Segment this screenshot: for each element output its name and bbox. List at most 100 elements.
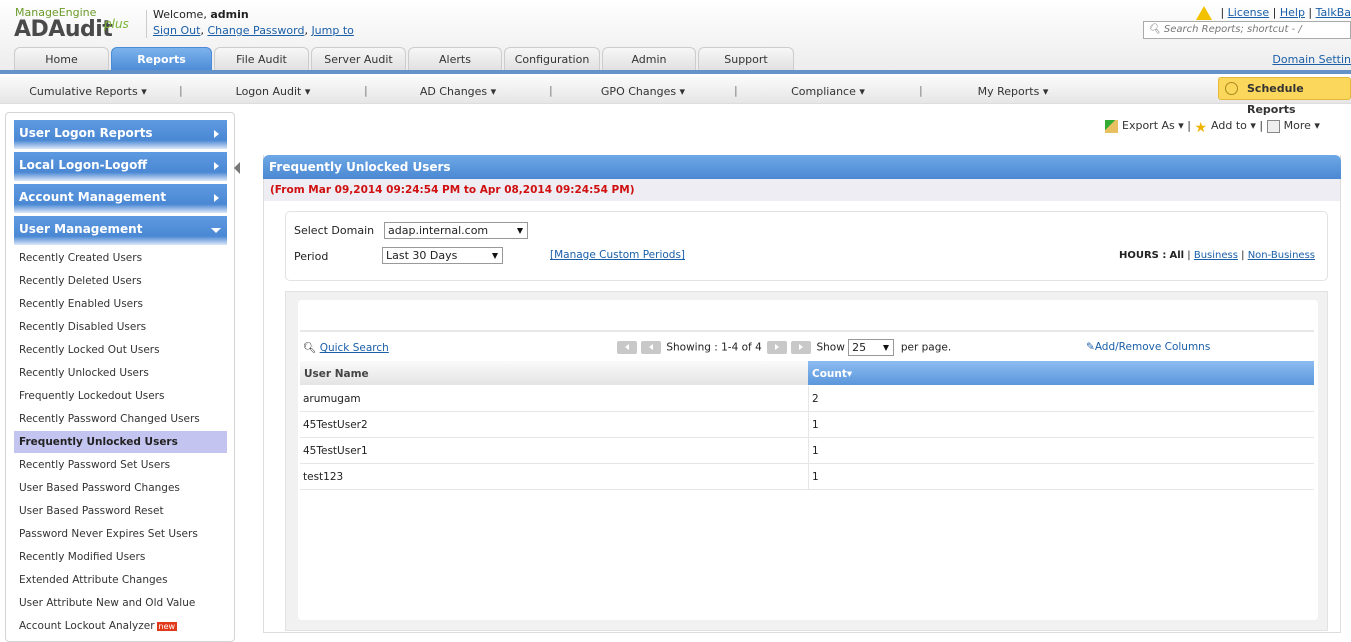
sidebar-item[interactable]: Recently Disabled Users [14,316,227,338]
warning-icon[interactable] [1196,6,1213,20]
sidebar-item-label: Recently Locked Out Users [19,344,160,356]
chevron-down-icon [211,228,221,233]
sidebar-item[interactable]: Extended Attribute Changes [14,569,227,591]
last-page-button[interactable] [791,341,812,354]
count-cell: 1 [808,438,1314,464]
report-actions: Export As ▾ | ★ Add to ▾ | More ▾ [1105,119,1320,136]
tab-reports[interactable]: Reports [111,47,212,71]
hours-nonbusiness-link[interactable]: Non-Business [1248,250,1315,261]
tab-configuration[interactable]: Configuration [504,47,600,71]
tab-admin[interactable]: Admin [602,47,696,71]
edit-columns-icon: ✎ [1086,341,1095,353]
separator: | [364,84,368,97]
sidebar-item[interactable]: Frequently Unlocked Users [14,431,227,453]
column-header-user-name[interactable]: User Name [300,361,808,385]
tab-file-audit[interactable]: File Audit [214,47,309,71]
talkback-link[interactable]: TalkBa [1316,6,1351,19]
jump-to-link[interactable]: Jump to [311,24,353,37]
column-header-count[interactable]: Count▾ [808,361,1314,385]
count-cell: 2 [808,386,1314,412]
sidebar-item[interactable]: Recently Modified Users [14,546,227,568]
sidebar-item[interactable]: Password Never Expires Set Users [14,523,227,545]
sidebar-item[interactable]: Recently Enabled Users [14,293,227,315]
table-row[interactable]: arumugam 2 [300,386,1314,412]
dropdown-arrow-icon [492,253,498,259]
sidebar-item-label: Recently Deleted Users [19,275,142,287]
sidebar-group-account-management[interactable]: Account Management [14,184,227,213]
collapse-sidebar-icon[interactable] [234,162,240,174]
next-page-button[interactable] [767,341,788,354]
sidebar-item[interactable]: User Based Password Changes [14,477,227,499]
sidebar-item[interactable]: Recently Unlocked Users [14,362,227,384]
sidebar-item-label: User Based Password Reset [19,505,164,517]
chevron-right-icon [214,130,219,138]
filter-box: Select Domain adap.internal.com Period L… [285,211,1328,281]
sidebar-item-label: Recently Disabled Users [19,321,147,333]
sidebar-item-label: Frequently Unlocked Users [19,436,178,448]
quick-search-button[interactable]: 🔍︎ Quick Search [303,341,389,354]
divider [146,10,147,38]
count-cell: 1 [808,464,1314,490]
sidebar-group-user-logon-reports[interactable]: User Logon Reports [14,120,227,149]
domain-settings-link[interactable]: Domain Settin [1272,53,1351,66]
per-page-label: per page. [900,341,952,354]
table-row[interactable]: test123 1 [300,464,1314,490]
tab-home[interactable]: Home [14,47,109,71]
sidebar-group-user-management[interactable]: User Management [14,216,227,245]
sidebar-item[interactable]: Frequently Lockedout Users [14,385,227,407]
tab-support[interactable]: Support [698,47,794,71]
separator: | [734,84,738,97]
export-button[interactable]: Export As ▾ [1105,119,1184,133]
per-page-select[interactable]: 25 [848,339,895,356]
first-page-button[interactable] [617,341,637,354]
table-row[interactable]: 45TestUser1 1 [300,438,1314,464]
star-icon: ★ [1194,119,1208,136]
sidebar-item[interactable]: Recently Deleted Users [14,270,227,292]
sidebar-item[interactable]: Recently Password Set Users [14,454,227,476]
sidebar-item[interactable]: Account Lockout Analyzer new [14,615,227,637]
show-label: Show [816,341,845,354]
sign-out-link[interactable]: Sign Out [153,24,200,37]
subnav-logon-audit[interactable]: Logon Audit ▾ [236,85,311,98]
subnav-compliance[interactable]: Compliance ▾ [791,85,865,98]
separator: | [919,84,923,97]
add-to-button[interactable]: ★ Add to ▾ [1194,119,1255,136]
domain-select[interactable]: adap.internal.com [384,222,528,239]
change-password-link[interactable]: Change Password [207,24,304,37]
sidebar-group-local-logon-logoff[interactable]: Local Logon-Logoff [14,152,227,181]
tab-server-audit[interactable]: Server Audit [311,47,406,71]
more-button[interactable]: More ▾ [1266,119,1320,133]
prev-page-button[interactable] [641,341,661,354]
report-title: Frequently Unlocked Users [263,155,1341,179]
subnav-my-reports[interactable]: My Reports ▾ [978,85,1049,98]
sidebar-item-label: Account Lockout Analyzer [19,620,155,632]
period-select[interactable]: Last 30 Days [382,247,503,264]
sidebar-item-label: Frequently Lockedout Users [19,390,165,402]
dropdown-arrow-icon [883,345,890,351]
subnav-gpo-changes[interactable]: GPO Changes ▾ [601,85,685,98]
sidebar-item[interactable]: Recently Locked Out Users [14,339,227,361]
manage-custom-periods-link[interactable]: [Manage Custom Periods] [550,249,685,261]
welcome-text: Welcome, admin [153,8,249,21]
sidebar-item[interactable]: Recently Password Changed Users [14,408,227,430]
add-remove-columns-button[interactable]: ✎Add/Remove Columns [1086,341,1210,353]
sidebar-item[interactable]: Recently Created Users [14,247,227,269]
subnav-cumulative-reports[interactable]: Cumulative Reports ▾ [29,85,147,98]
sidebar-item[interactable]: User Attribute New and Old Value [14,592,227,614]
hours-all[interactable]: All [1170,250,1185,261]
subnav-ad-changes[interactable]: AD Changes ▾ [420,85,496,98]
hours-business-link[interactable]: Business [1194,250,1238,261]
schedule-reports-button[interactable]: Schedule Reports [1218,77,1351,116]
license-link[interactable]: License [1228,6,1269,19]
user-name-cell: 45TestUser2 [303,419,368,431]
export-icon [1105,119,1118,133]
search-input[interactable]: 🔍︎ Search Reports; shortcut - / [1143,21,1351,39]
sidebar-item-label: Recently Password Set Users [19,459,171,471]
tab-alerts[interactable]: Alerts [408,47,502,71]
sidebar-item-label: Password Never Expires Set Users [19,528,198,540]
table-row[interactable]: 45TestUser2 1 [300,412,1314,438]
showing-text: Showing : 1-4 of 4 [666,341,762,354]
sidebar-item[interactable]: User Based Password Reset [14,500,227,522]
help-link[interactable]: Help [1280,6,1305,19]
user-name-cell: 45TestUser1 [303,445,368,457]
